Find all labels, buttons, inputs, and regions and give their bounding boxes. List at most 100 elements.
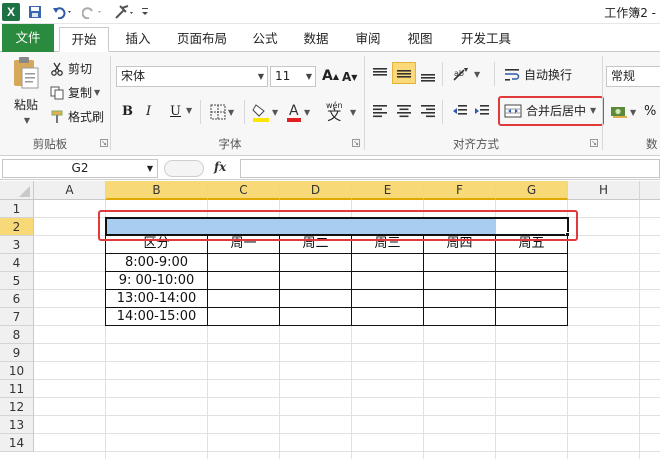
chevron-down-icon: ▼: [272, 107, 279, 117]
tab-view[interactable]: 视图: [398, 27, 442, 52]
orientation-button[interactable]: ab ▼: [452, 66, 480, 82]
row-header-5[interactable]: 5: [0, 272, 34, 290]
column-header-a[interactable]: A: [34, 181, 106, 200]
tab-developer[interactable]: 开发工具: [452, 27, 520, 52]
divider: [442, 100, 443, 124]
font-color-icon: A: [287, 103, 301, 122]
insert-function-icon[interactable]: fx: [214, 160, 226, 174]
row-header-2[interactable]: 2: [0, 218, 34, 236]
clipboard-launcher-icon[interactable]: ↘: [100, 139, 108, 147]
time-slot-cell[interactable]: 8:00-9:00: [106, 254, 207, 272]
phonetic-button[interactable]: wén 文: [326, 100, 343, 123]
column-header-d[interactable]: D: [280, 181, 352, 200]
paste-button[interactable]: 粘贴 ▼: [8, 56, 44, 126]
increase-font-icon[interactable]: A ▲: [322, 68, 339, 84]
worksheet-grid[interactable]: A B C D E F G H 1 2 3 4 5 6 7 8 9 10 11 …: [0, 181, 660, 459]
window-title: 工作簿2 -: [604, 6, 656, 20]
row-header-14[interactable]: 14: [0, 434, 34, 452]
fill-color-button[interactable]: ▼: [252, 102, 278, 122]
row-header-4[interactable]: 4: [0, 254, 34, 272]
alignment-launcher-icon[interactable]: ↘: [590, 139, 598, 147]
tab-file[interactable]: 文件: [2, 24, 54, 52]
format-painter-button[interactable]: 格式刷: [50, 108, 104, 125]
format-painter-label: 格式刷: [68, 110, 105, 124]
font-size-select[interactable]: 11 ▼: [270, 66, 316, 87]
tools-icon[interactable]: [112, 3, 138, 21]
select-all-corner[interactable]: [0, 181, 34, 200]
tab-home[interactable]: 开始: [59, 27, 109, 52]
row-header-3[interactable]: 3: [0, 236, 34, 254]
time-slot-cell[interactable]: 14:00-15:00: [106, 308, 207, 326]
font-launcher-icon[interactable]: ↘: [352, 139, 360, 147]
cut-button[interactable]: 剪切: [50, 60, 92, 77]
row-header-12[interactable]: 12: [0, 398, 34, 416]
copy-icon: [50, 86, 64, 99]
currency-format-button[interactable]: ▼: [610, 104, 636, 120]
italic-button[interactable]: I: [146, 104, 151, 119]
paste-dropdown-icon[interactable]: ▼: [24, 116, 30, 125]
bold-button[interactable]: B: [122, 104, 133, 119]
tab-insert[interactable]: 插入: [116, 27, 160, 52]
redo-icon[interactable]: [80, 3, 106, 21]
increase-indent-icon[interactable]: [474, 104, 490, 118]
wrap-text-button[interactable]: 自动换行: [504, 66, 572, 83]
row-header-6[interactable]: 6: [0, 290, 34, 308]
excel-app-icon[interactable]: X: [2, 3, 20, 21]
row-header-11[interactable]: 11: [0, 380, 34, 398]
font-name-select[interactable]: 宋体 ▼: [116, 66, 268, 87]
formula-bar-resize-handle[interactable]: [164, 160, 204, 177]
align-bottom-icon[interactable]: [420, 68, 436, 82]
column-header-e[interactable]: E: [352, 181, 424, 200]
column-header-f[interactable]: F: [424, 181, 496, 200]
column-header-g[interactable]: G: [496, 181, 568, 200]
copy-dropdown-icon[interactable]: ▼: [94, 88, 100, 97]
scissors-icon: [51, 62, 63, 76]
row-header-9[interactable]: 9: [0, 344, 34, 362]
tab-data[interactable]: 数据: [294, 27, 338, 52]
row-header-8[interactable]: 8: [0, 326, 34, 344]
align-left-icon[interactable]: [372, 104, 388, 118]
tab-review[interactable]: 审阅: [346, 27, 390, 52]
gridline: [639, 200, 640, 459]
borders-button[interactable]: ▼: [210, 104, 234, 120]
undo-icon[interactable]: [50, 3, 76, 21]
number-format-select[interactable]: 常规: [606, 66, 660, 87]
align-right-icon[interactable]: [420, 104, 436, 118]
group-divider: [110, 56, 111, 150]
paint-bucket-icon: [252, 104, 269, 122]
underline-button[interactable]: U: [170, 104, 181, 119]
column-header-b[interactable]: B: [106, 181, 208, 200]
divider: [442, 62, 443, 86]
row-header-1[interactable]: 1: [0, 200, 34, 218]
currency-icon: [611, 107, 627, 118]
row-header-13[interactable]: 13: [0, 416, 34, 434]
gridline: [34, 361, 660, 362]
tab-formulas[interactable]: 公式: [244, 27, 286, 52]
customize-qa-icon[interactable]: [140, 3, 150, 21]
save-icon[interactable]: [26, 3, 44, 21]
column-header-c[interactable]: C: [208, 181, 280, 200]
paintbrush-icon: [51, 110, 63, 123]
underline-dropdown-icon[interactable]: ▼: [184, 106, 192, 115]
group-divider: [602, 56, 603, 150]
align-center-icon[interactable]: [396, 104, 412, 118]
tab-page-layout[interactable]: 页面布局: [168, 27, 236, 52]
group-divider: [364, 56, 365, 150]
formula-input[interactable]: [240, 159, 660, 178]
font-color-button[interactable]: A ▼: [286, 102, 310, 122]
time-slot-cell[interactable]: 9: 00-10:00: [106, 272, 207, 290]
row-header-7[interactable]: 7: [0, 308, 34, 326]
formula-bar: G2 ▼ fx: [0, 157, 660, 180]
phonetic-dropdown-icon[interactable]: ▼: [348, 108, 356, 117]
column-header-h[interactable]: H: [568, 181, 640, 200]
decrease-font-icon[interactable]: A ▼: [342, 70, 357, 84]
decrease-indent-icon[interactable]: [452, 104, 468, 118]
row-header-10[interactable]: 10: [0, 362, 34, 380]
percent-format-button[interactable]: %: [644, 104, 656, 119]
copy-button[interactable]: 复制 ▼: [50, 84, 100, 101]
time-slot-cell[interactable]: 13:00-14:00: [106, 290, 207, 308]
align-middle-icon[interactable]: [392, 62, 416, 84]
align-top-icon[interactable]: [372, 66, 388, 80]
name-box[interactable]: G2 ▼: [2, 159, 158, 178]
column-header-i[interactable]: [640, 181, 660, 200]
